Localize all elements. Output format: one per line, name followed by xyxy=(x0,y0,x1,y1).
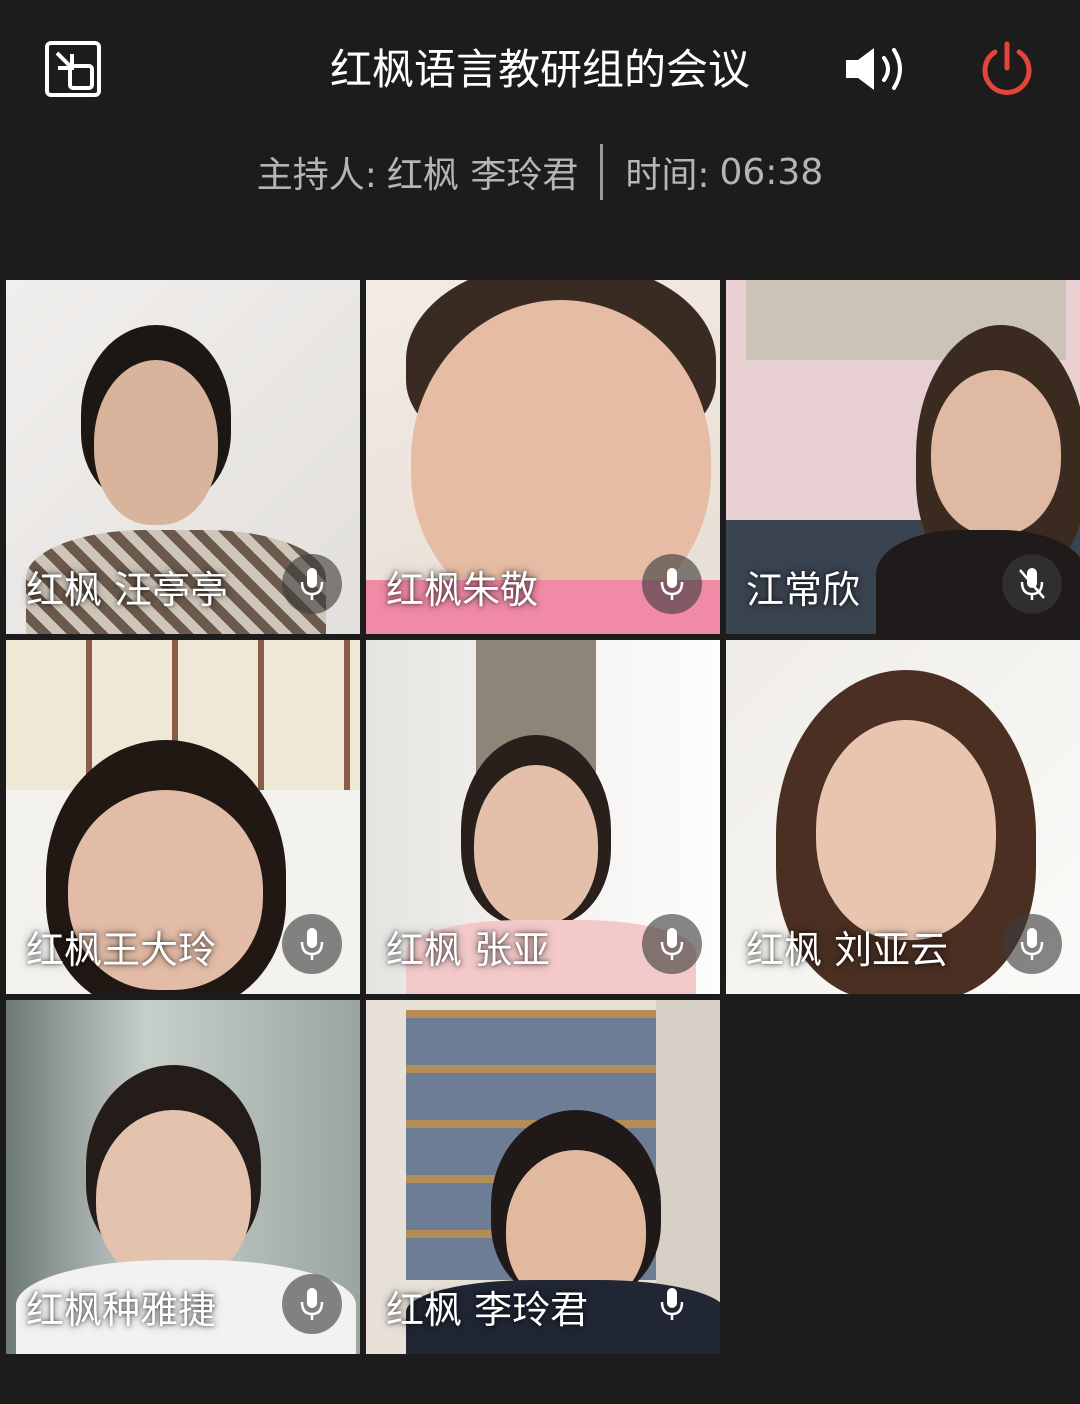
microphone-icon[interactable] xyxy=(282,914,342,974)
video-feed xyxy=(474,765,598,925)
meeting-info-line: 主持人: 红枫 李玲君 时间: 06:38 xyxy=(0,142,1080,202)
participant-tile[interactable]: 红枫 李玲君 xyxy=(366,1000,720,1354)
microphone-muted-icon[interactable] xyxy=(1002,554,1062,614)
divider xyxy=(600,144,604,200)
participant-name: 红枫 汪亭亭 xyxy=(26,568,229,612)
video-feed xyxy=(94,360,218,525)
video-feed xyxy=(816,720,996,940)
participant-name: 红枫 张亚 xyxy=(386,928,551,972)
microphone-icon[interactable] xyxy=(642,554,702,614)
microphone-icon[interactable] xyxy=(642,914,702,974)
participant-tile[interactable]: 红枫 刘亚云 xyxy=(726,640,1080,994)
video-feed xyxy=(931,370,1061,535)
participant-name: 红枫 刘亚云 xyxy=(746,928,949,972)
host-label: 主持人: xyxy=(256,155,377,196)
participant-tile[interactable]: 红枫朱敬 xyxy=(366,280,720,634)
participant-name: 江常欣 xyxy=(746,568,861,612)
participant-name: 红枫种雅捷 xyxy=(26,1288,217,1332)
microphone-icon[interactable] xyxy=(282,554,342,614)
video-feed xyxy=(96,1110,251,1285)
microphone-icon[interactable] xyxy=(282,1274,342,1334)
meeting-title: 红枫语言教研组的会议 xyxy=(329,45,750,94)
host-name: 红枫 李玲君 xyxy=(386,155,579,196)
participant-tile[interactable]: 红枫王大玲 xyxy=(6,640,360,994)
time-label: 时间: xyxy=(625,155,710,196)
participant-name: 红枫王大玲 xyxy=(26,928,217,972)
microphone-icon[interactable] xyxy=(642,1274,702,1334)
power-icon[interactable] xyxy=(976,38,1038,100)
participant-tile[interactable]: 红枫种雅捷 xyxy=(6,1000,360,1354)
participant-grid: 红枫 汪亭亭 红枫朱敬 江常欣 红枫王大玲 红枫 张亚 红枫 刘亚云 红枫种雅捷… xyxy=(6,280,1080,1354)
participant-name: 红枫 李玲君 xyxy=(386,1288,589,1332)
meeting-top-bar: 红枫语言教研组的会议 主持人: 红枫 李玲君 时间: 06:38 xyxy=(0,0,1080,200)
participant-name: 红枫朱敬 xyxy=(386,568,539,612)
participant-tile[interactable]: 红枫 汪亭亭 xyxy=(6,280,360,634)
participant-tile[interactable]: 红枫 张亚 xyxy=(366,640,720,994)
participant-tile[interactable]: 江常欣 xyxy=(726,280,1080,634)
speaker-icon[interactable] xyxy=(842,44,912,94)
shrink-window-icon[interactable] xyxy=(44,40,102,98)
time-value: 06:38 xyxy=(719,151,824,193)
microphone-icon[interactable] xyxy=(1002,914,1062,974)
